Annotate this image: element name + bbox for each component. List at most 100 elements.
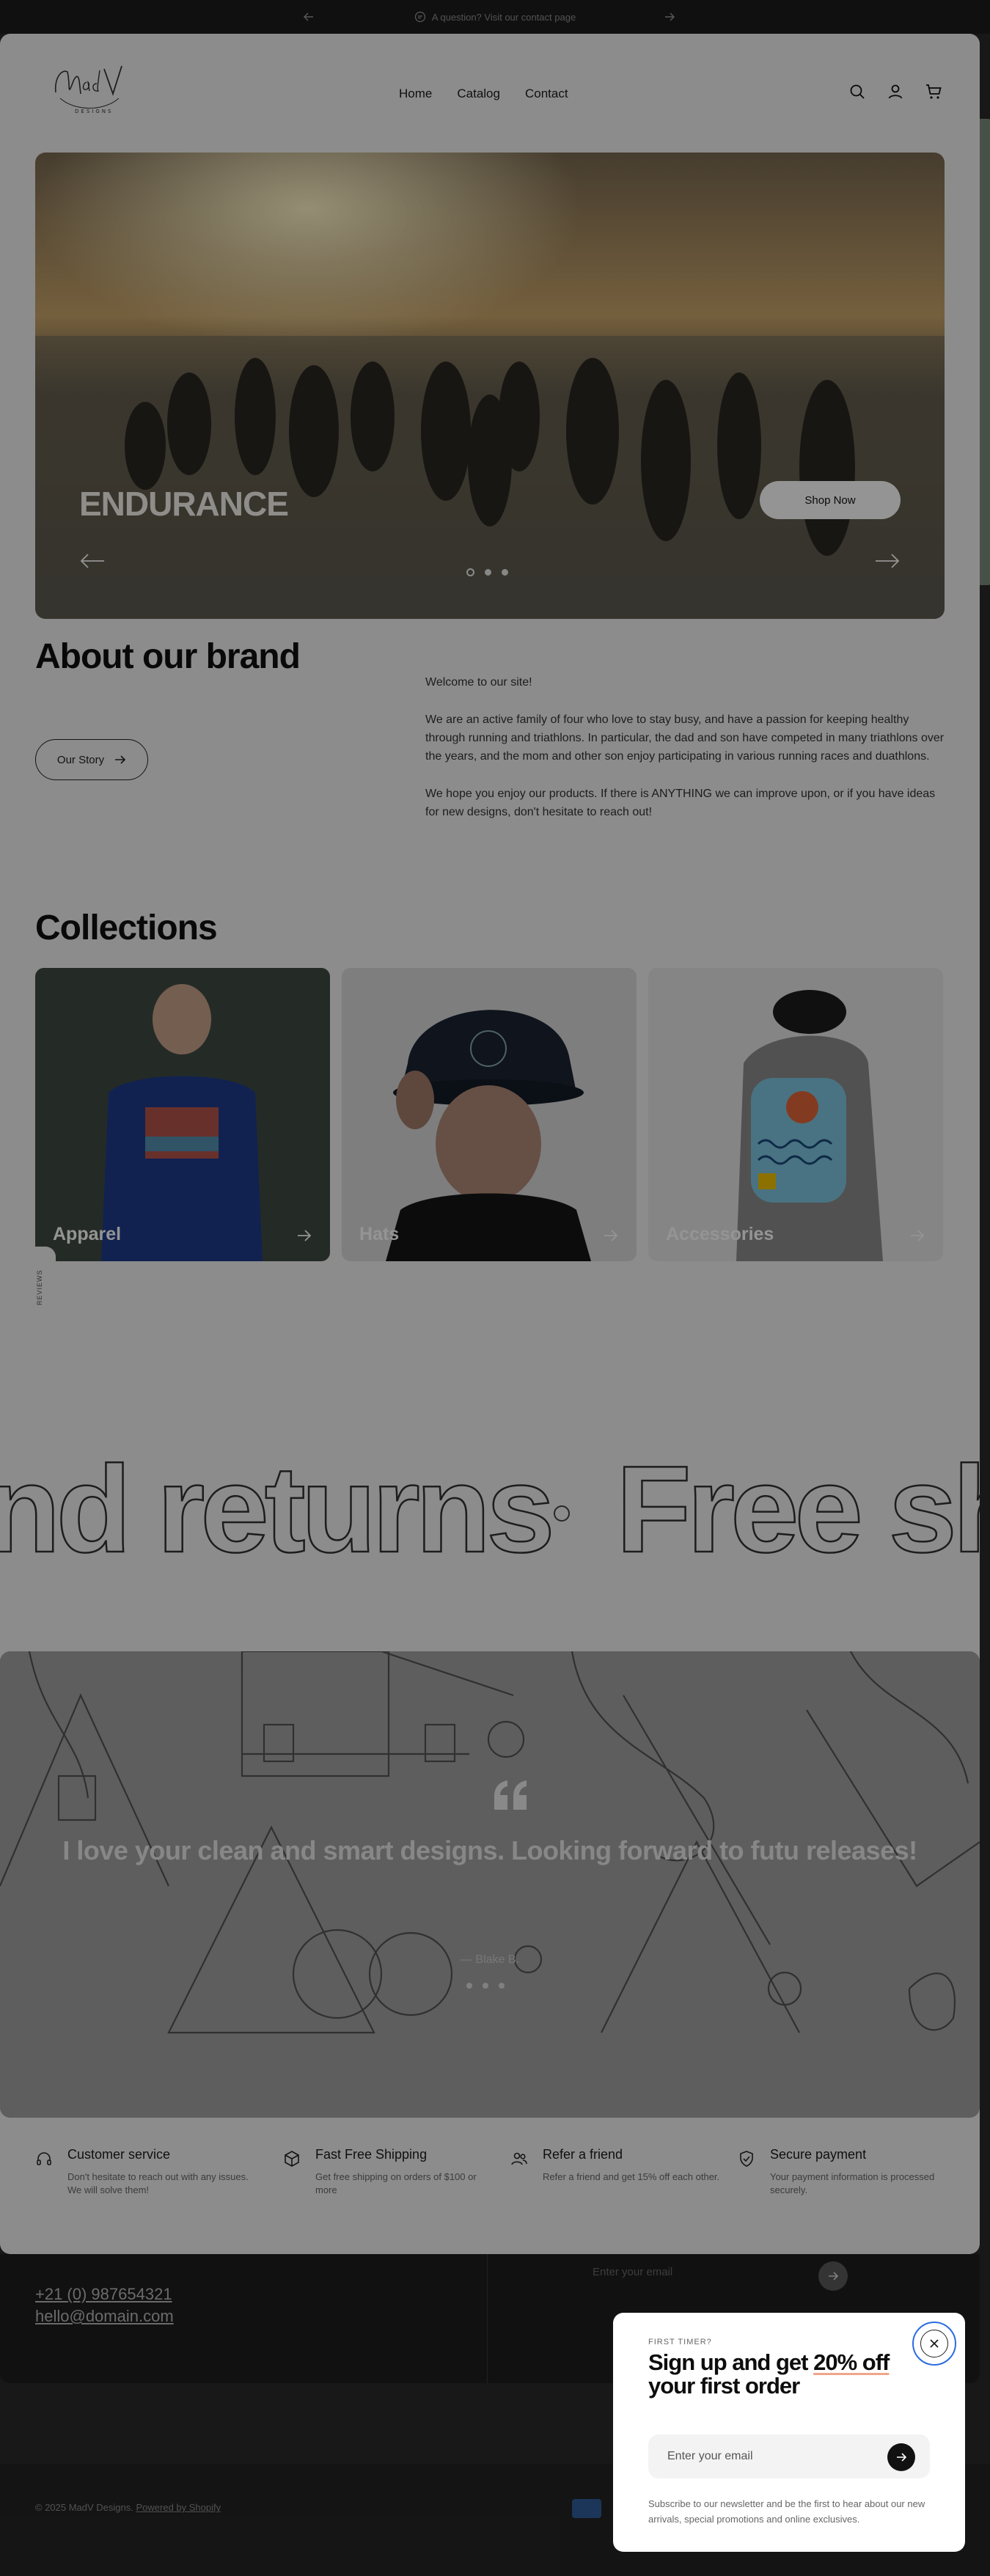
chat-icon <box>414 11 425 23</box>
popup-title-end: your first order <box>648 2373 800 2399</box>
header-icons <box>846 81 945 103</box>
quote-icon <box>494 1780 527 1810</box>
about-paragraph: We hope you enjoy our products. If there… <box>425 788 936 818</box>
site-header: DESIGNS Home Catalog Contact <box>0 34 980 122</box>
apparel-image <box>35 968 330 1261</box>
feature-title: Customer service <box>67 2147 171 2162</box>
testimonial-dot[interactable] <box>466 1983 472 1989</box>
logo[interactable]: DESIGNS <box>45 56 133 122</box>
footer-phone-link[interactable]: +21 (0) 987654321 <box>35 2285 172 2304</box>
account-button[interactable] <box>884 81 906 103</box>
hero-slideshow: ENDURANCE Shop Now <box>35 153 945 619</box>
footer-newsletter-submit[interactable] <box>818 2261 848 2291</box>
announcement-link[interactable]: A question? Visit our contact page <box>414 11 576 23</box>
about-paragraph: Welcome to our site! <box>425 676 532 689</box>
user-icon <box>888 84 903 99</box>
payment-card-icon <box>572 2499 601 2518</box>
collection-label: Hats <box>359 1224 400 1244</box>
our-story-label: Our Story <box>56 753 105 766</box>
hero-dot[interactable] <box>466 568 474 576</box>
popup-close-button[interactable] <box>912 2322 956 2366</box>
footer-email-link[interactable]: hello@domain.com <box>35 2307 174 2326</box>
popup-title: Sign up and get 20% off your first order <box>648 2351 898 2398</box>
marquee-text-left: nd returns <box>0 1440 551 1578</box>
testimonial-dot[interactable] <box>483 1983 488 1989</box>
arrow-left-icon <box>80 554 104 568</box>
search-button[interactable] <box>846 81 868 103</box>
announcement-next-button[interactable] <box>661 9 678 25</box>
feature-text: Don't hesitate to reach out with any iss… <box>67 2171 249 2195</box>
marquee: nd returns Free sh <box>0 1427 980 1588</box>
marquee-text-right: Free sh <box>616 1440 980 1578</box>
reviews-side-tab[interactable]: REVIEWS <box>26 1247 56 1320</box>
arrow-right-icon <box>603 1229 619 1242</box>
marquee-text: nd returns Free sh <box>0 1439 980 1579</box>
main-nav: Home Catalog Contact <box>399 87 568 101</box>
announcement-bar: A question? Visit our contact page <box>0 0 990 34</box>
about-paragraph: We are an active family of four who love… <box>425 713 945 763</box>
announcement-prev-button[interactable] <box>301 9 317 25</box>
newsletter-popup: FIRST TIMER? Sign up and get 20% off you… <box>613 2313 965 2552</box>
arrow-right-icon <box>876 554 900 568</box>
main-page: DESIGNS Home Catalog Contact ENDURANCE S… <box>0 34 980 2254</box>
hero-dot[interactable] <box>485 569 491 576</box>
popup-note: Subscribe to our newsletter and be the f… <box>648 2498 925 2525</box>
hats-image <box>342 968 637 1261</box>
arrow-right-icon <box>115 755 126 764</box>
feature-title: Secure payment <box>770 2147 867 2162</box>
collection-card-apparel[interactable]: Apparel <box>35 968 330 1261</box>
popup-title-start: Sign up and get <box>648 2349 814 2375</box>
testimonial-dot[interactable] <box>499 1983 505 1989</box>
hero-pagination <box>466 568 508 576</box>
hero-image <box>35 153 945 619</box>
collection-card-hats[interactable]: Hats <box>342 968 637 1261</box>
arrow-right-icon <box>909 1229 925 1242</box>
announcement-text: A question? Visit our contact page <box>431 11 576 23</box>
close-icon <box>920 2330 948 2357</box>
powered-by-link[interactable]: Powered by Shopify <box>136 2502 221 2513</box>
about-title: About our brand <box>35 637 301 676</box>
users-icon <box>510 2150 528 2168</box>
nav-contact[interactable]: Contact <box>525 87 568 101</box>
nav-home[interactable]: Home <box>399 87 432 101</box>
testimonial-pagination <box>466 1983 505 1989</box>
arrow-right-icon <box>897 2453 906 2462</box>
popup-submit-button[interactable] <box>887 2443 915 2471</box>
logo-mark: DESIGNS <box>54 65 122 114</box>
feature-title: Fast Free Shipping <box>315 2147 428 2162</box>
testimonial-quote: I love your clean and smart designs. Loo… <box>62 1835 917 1865</box>
sketch-background <box>0 1651 980 2118</box>
testimonial-section: I love your clean and smart designs. Loo… <box>0 1651 980 2118</box>
feature-text: Refer a friend and get 15% off each othe… <box>543 2171 720 2182</box>
arrow-right-icon <box>296 1229 312 1242</box>
arrow-right-icon <box>829 2272 838 2280</box>
collection-card-accessories[interactable]: Accessories <box>648 968 943 1261</box>
headset-icon <box>35 2150 53 2168</box>
hero-prev-button[interactable] <box>79 552 106 570</box>
footer-divider <box>487 2254 488 2383</box>
cart-icon <box>926 84 942 99</box>
shop-now-button[interactable]: Shop Now <box>760 481 901 519</box>
testimonial-author: — Blake B. <box>460 1953 520 1966</box>
feature-title: Refer a friend <box>543 2147 623 2162</box>
our-story-button[interactable]: Our Story <box>35 739 148 780</box>
hero-dot[interactable] <box>502 569 508 576</box>
popup-eyebrow: FIRST TIMER? <box>648 2338 712 2346</box>
about-text: Welcome to our site! We are an active fa… <box>425 673 946 840</box>
shield-check-icon <box>738 2150 755 2168</box>
feature-text: Get free shipping on orders of $100 or m… <box>315 2171 477 2195</box>
hero-next-button[interactable] <box>874 552 901 570</box>
hero-title: ENDURANCE <box>79 485 289 523</box>
collection-label: Apparel <box>53 1224 122 1244</box>
copyright: © 2025 MadV Designs. Powered by Shopify <box>35 2502 221 2513</box>
nav-catalog[interactable]: Catalog <box>457 87 500 101</box>
features-row: Customer service Don't hesitate to reach… <box>0 2118 980 2250</box>
footer-newsletter-input[interactable]: Enter your email <box>560 2258 854 2286</box>
svg-text:DESIGNS: DESIGNS <box>75 109 113 114</box>
box-icon <box>283 2150 301 2168</box>
accessories-image <box>648 968 943 1261</box>
cart-button[interactable] <box>923 81 945 103</box>
reviews-tab-label: REVIEWS <box>36 1269 43 1305</box>
arrow-left-icon <box>304 12 313 21</box>
collection-label: Accessories <box>666 1224 774 1244</box>
